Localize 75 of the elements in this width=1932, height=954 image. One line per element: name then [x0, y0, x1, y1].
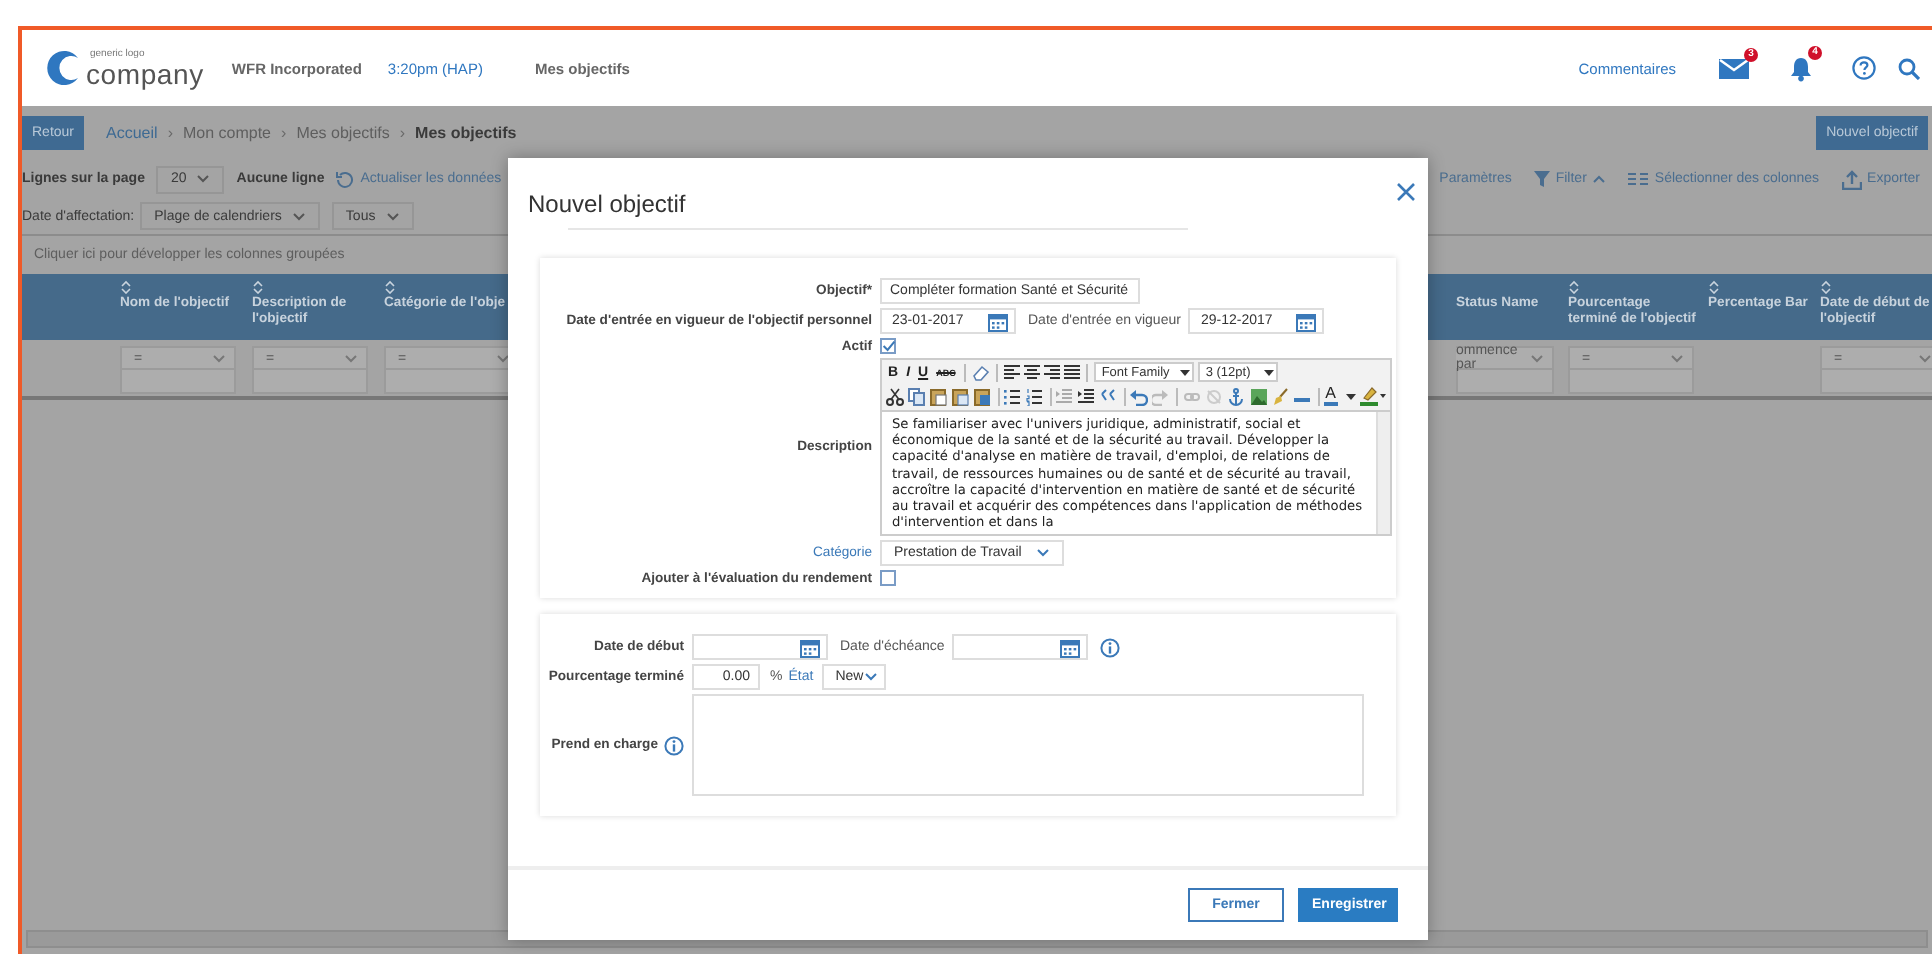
- help-icon[interactable]: [1852, 56, 1876, 80]
- dialog-title: Nouvel objectif: [528, 190, 686, 218]
- breadcrumb-separator: ›: [281, 124, 287, 142]
- breadcrumb-item[interactable]: Accueil: [106, 124, 158, 142]
- sort-icon[interactable]: [384, 280, 396, 294]
- calendar-icon: [1296, 311, 1317, 331]
- close-icon[interactable]: [1396, 182, 1416, 202]
- calendar-icon: [1060, 637, 1081, 658]
- chevron-down-icon: [863, 672, 878, 683]
- sort-icon[interactable]: [252, 280, 264, 294]
- copy-icon[interactable]: [908, 387, 926, 405]
- undo-icon[interactable]: [1130, 387, 1149, 405]
- chevron-down-icon: [385, 211, 400, 221]
- search-icon[interactable]: [1898, 57, 1920, 79]
- calendar-icon: [800, 637, 820, 658]
- rich-text-editor[interactable]: [880, 358, 1392, 537]
- info-icon[interactable]: [1100, 637, 1121, 658]
- active-checkbox[interactable]: [880, 338, 896, 354]
- breadcrumb-item: Mes objectifs: [415, 124, 517, 142]
- info-icon[interactable]: [664, 735, 684, 756]
- chevron-down-icon: [344, 353, 358, 363]
- logo-icon[interactable]: [44, 48, 84, 88]
- filter-input[interactable]: [1820, 370, 1932, 394]
- breadcrumb-item[interactable]: Mes objectifs: [296, 124, 390, 142]
- calendar-icon: [988, 311, 1008, 331]
- bulleted-list-icon[interactable]: [1004, 387, 1023, 405]
- sort-icon[interactable]: [120, 280, 132, 294]
- funnel-icon: [1533, 170, 1550, 188]
- chevron-down-icon: [1918, 353, 1932, 363]
- align-right-icon[interactable]: [1043, 364, 1060, 380]
- chevron-down-icon: [291, 211, 306, 221]
- align-center-icon[interactable]: [1023, 364, 1040, 380]
- chevron-down-icon: [212, 353, 226, 363]
- sort-icon[interactable]: [1708, 280, 1720, 294]
- sort-icon[interactable]: [1568, 280, 1580, 294]
- checkmark-icon: [881, 340, 895, 352]
- quote-icon[interactable]: [1100, 387, 1119, 405]
- chevron-up-icon: [1592, 174, 1607, 184]
- due-date-field[interactable]: [952, 634, 1089, 661]
- image-icon[interactable]: [1249, 387, 1267, 405]
- performance-review-checkbox[interactable]: [880, 570, 896, 587]
- numbered-list-icon[interactable]: [1026, 387, 1045, 405]
- dropdown-arrow-icon: [1179, 369, 1190, 375]
- breadcrumb-item[interactable]: Mon compte: [182, 124, 272, 142]
- logo-name: company: [86, 59, 204, 87]
- filter-input[interactable]: [1456, 370, 1554, 394]
- scissors-icon[interactable]: [886, 387, 904, 405]
- anchor-icon[interactable]: [1227, 387, 1245, 405]
- breadcrumb-separator: ›: [167, 124, 173, 142]
- mail-icon[interactable]: [1718, 57, 1750, 79]
- align-justify-icon[interactable]: [1063, 364, 1080, 380]
- breadcrumb-separator: ›: [399, 124, 406, 142]
- chevron-down-icon: [1036, 548, 1050, 559]
- chevron-down-icon: [196, 174, 211, 184]
- filter-input[interactable]: [1568, 370, 1694, 394]
- refresh-icon: [336, 170, 355, 188]
- font-color-button[interactable]: A: [1323, 386, 1338, 406]
- vertical-scrollbar[interactable]: [1376, 412, 1390, 535]
- align-left-icon[interactable]: [1003, 364, 1020, 380]
- columns-icon: [1628, 172, 1649, 186]
- dropdown-arrow-icon: [1263, 369, 1274, 375]
- filter-input[interactable]: [120, 370, 236, 394]
- eraser-icon[interactable]: [971, 363, 990, 381]
- bell-icon[interactable]: [1788, 55, 1814, 81]
- chevron-down-icon: [1530, 353, 1544, 363]
- filter-input[interactable]: [252, 370, 368, 394]
- highlighter-icon[interactable]: [1359, 386, 1386, 406]
- upload-icon: [1841, 169, 1862, 189]
- indent-icon[interactable]: [1078, 387, 1097, 405]
- dropdown-arrow-icon: [1345, 393, 1356, 399]
- sort-icon[interactable]: [1820, 280, 1832, 294]
- start-date-field[interactable]: [692, 634, 828, 661]
- broom-icon[interactable]: [1271, 387, 1289, 405]
- chevron-down-icon: [496, 353, 510, 363]
- chevron-down-icon: [1670, 353, 1684, 363]
